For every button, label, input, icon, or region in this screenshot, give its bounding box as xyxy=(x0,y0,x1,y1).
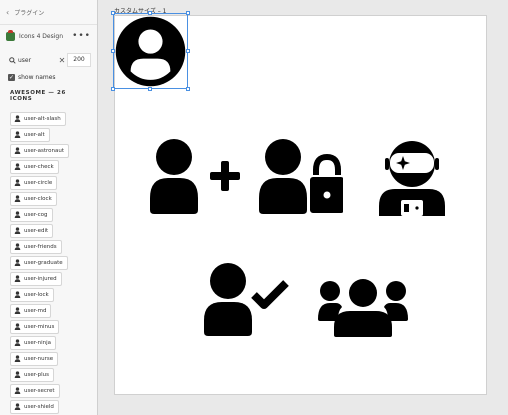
user-friends-icon[interactable] xyxy=(318,279,408,337)
icon-item-label: user-alt xyxy=(24,131,45,138)
user-shield-icon xyxy=(14,403,21,410)
icon-list: user-alt-slash user-alt user-astronaut user… xyxy=(0,107,97,414)
user-lock-icon[interactable] xyxy=(259,138,343,214)
section-title: AWESOME — 26 ICONS xyxy=(10,90,66,102)
user-alt-icon xyxy=(14,131,21,138)
user-lock-icon xyxy=(14,291,21,298)
icon-item-label: user-edit xyxy=(24,227,49,234)
list-item: user-ninja xyxy=(10,331,97,350)
icon-item-label: user-astronaut xyxy=(24,147,65,154)
selection-handle[interactable] xyxy=(148,11,152,15)
list-item: user-md xyxy=(10,299,97,318)
user-clock-icon xyxy=(14,195,21,202)
icon-item-label: user-minus xyxy=(24,323,55,330)
search-bar: user ✕ 200 xyxy=(6,53,91,67)
plugin-name: Icons 4 Design xyxy=(19,32,64,40)
list-item: user-nurse xyxy=(10,347,97,366)
selection-handle[interactable] xyxy=(186,87,190,91)
selection-handle[interactable] xyxy=(111,11,115,15)
user-check-icon[interactable] xyxy=(194,262,290,336)
selection-handle[interactable] xyxy=(186,11,190,15)
list-item: user-plus xyxy=(10,363,97,382)
list-item: user-injured xyxy=(10,267,97,286)
icon-item-label: user-lock xyxy=(24,291,49,298)
user-ninja-icon xyxy=(14,339,21,346)
show-names-checkbox[interactable]: ✓ xyxy=(8,73,15,81)
icon-item-label: user-shield xyxy=(24,403,54,410)
user-edit-icon xyxy=(14,227,21,234)
back-label[interactable]: プラグイン xyxy=(14,8,44,17)
search-input[interactable]: user xyxy=(18,57,57,64)
list-item: user-graduate xyxy=(10,251,97,270)
icon-item-label: user-circle xyxy=(24,179,53,186)
icon-item-label: user-graduate xyxy=(24,259,63,266)
list-item: user-friends xyxy=(10,235,97,254)
list-item: user-edit xyxy=(10,219,97,238)
list-item: user-lock xyxy=(10,283,97,302)
list-item: user-minus xyxy=(10,315,97,334)
user-graduate-icon xyxy=(14,259,21,266)
list-item: user-check xyxy=(10,155,97,174)
list-item: user-alt-slash xyxy=(10,107,97,126)
user-astronaut-icon[interactable] xyxy=(379,140,445,216)
icon-item-label: user-plus xyxy=(24,371,49,378)
panel-header[interactable]: ‹ プラグイン xyxy=(0,0,97,25)
user-circle-icon xyxy=(14,179,21,186)
selection-handle[interactable] xyxy=(111,49,115,53)
back-chevron-icon[interactable]: ‹ xyxy=(6,8,9,17)
icon-item-label: user-clock xyxy=(24,195,52,202)
list-item: user-shield xyxy=(10,395,97,414)
list-item: user-secret xyxy=(10,379,97,398)
icon-item-label: user-secret xyxy=(24,387,55,394)
icon-item-label: user-check xyxy=(24,163,54,170)
user-astronaut-icon xyxy=(14,147,21,154)
user-plus-icon[interactable] xyxy=(150,138,246,214)
plugin-panel: ‹ プラグイン Icons 4 Design ••• user ✕ 200 ✓ … xyxy=(0,0,98,415)
selection-handle[interactable] xyxy=(148,87,152,91)
selection-handle[interactable] xyxy=(186,49,190,53)
selection-box[interactable] xyxy=(111,11,190,91)
user-minus-icon xyxy=(14,323,21,330)
icon-item-label: user-nurse xyxy=(24,355,54,362)
user-secret-icon xyxy=(14,387,21,394)
icon-item-label: user-ninja xyxy=(24,339,52,346)
list-item: user-clock xyxy=(10,187,97,206)
more-options-button[interactable]: ••• xyxy=(72,31,91,41)
icon-item-label: user-friends xyxy=(24,243,57,250)
user-friends-icon xyxy=(14,243,21,250)
show-names-label: show names xyxy=(18,73,56,81)
user-injured-icon xyxy=(14,275,21,282)
icon-item-label: user-md xyxy=(24,307,47,314)
plugin-logo-icon xyxy=(6,29,15,41)
search-icon xyxy=(6,56,18,64)
icon-item-label: user-cog xyxy=(24,211,48,218)
user-check-icon xyxy=(14,163,21,170)
clear-search-button[interactable]: ✕ xyxy=(57,56,67,65)
user-plus-icon xyxy=(14,371,21,378)
list-item: user-astronaut xyxy=(10,139,97,158)
icon-count-input[interactable]: 200 xyxy=(67,53,91,67)
user-md-icon xyxy=(14,307,21,314)
show-names-row[interactable]: ✓ show names xyxy=(0,67,97,83)
list-item: user-circle xyxy=(10,171,97,190)
icon-item-label: user-injured xyxy=(24,275,57,282)
user-cog-icon xyxy=(14,211,21,218)
selection-handle[interactable] xyxy=(111,87,115,91)
user-nurse-icon xyxy=(14,355,21,362)
user-alt-slash-icon xyxy=(14,115,21,122)
icon-item-label: user-alt-slash xyxy=(24,115,61,122)
icon-item-user-shield[interactable]: user-shield xyxy=(10,399,59,414)
plugin-title-row: Icons 4 Design ••• xyxy=(0,25,97,47)
